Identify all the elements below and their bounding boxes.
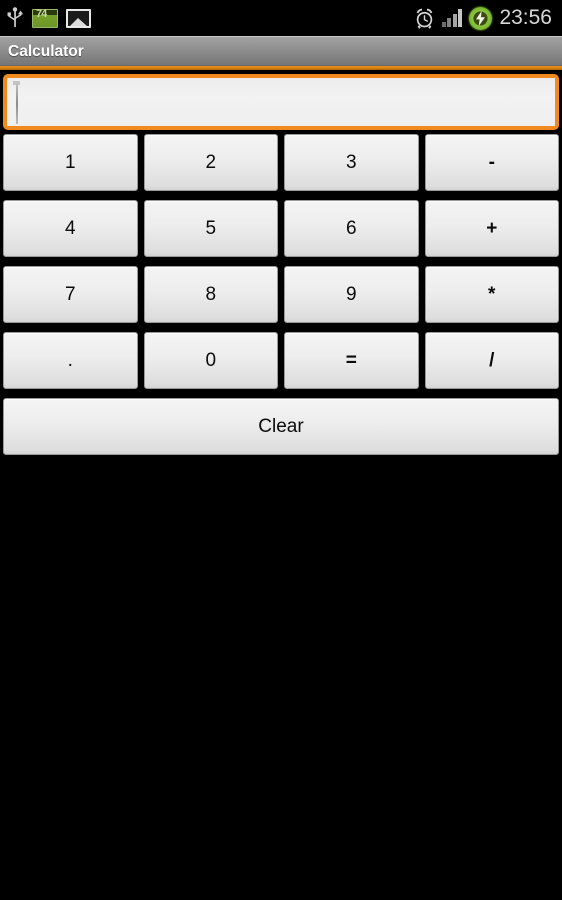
key-6[interactable]: 6: [284, 200, 419, 257]
keypad-row-clear: Clear: [3, 398, 559, 455]
key-4[interactable]: 4: [3, 200, 138, 257]
clear-button[interactable]: Clear: [3, 398, 559, 455]
key-9[interactable]: 9: [284, 266, 419, 323]
battery-charging-icon: [469, 6, 493, 30]
signal-bars-icon: [441, 9, 463, 27]
key-7[interactable]: 7: [3, 266, 138, 323]
gallery-image-icon: [66, 8, 91, 28]
status-bar-left-icons: [6, 7, 91, 29]
keypad: 1 2 3 - 4 5 6 + 7 8 9 * . 0 = / Clear: [0, 134, 562, 455]
key-3[interactable]: 3: [284, 134, 419, 191]
keypad-row: . 0 = /: [3, 332, 559, 389]
display-input[interactable]: [7, 78, 555, 126]
status-bar-right-icons: 23:56: [414, 6, 552, 30]
calculator-app: 1 2 3 - 4 5 6 + 7 8 9 * . 0 = / Clear: [0, 74, 562, 455]
key-decimal[interactable]: .: [3, 332, 138, 389]
key-plus[interactable]: +: [424, 200, 559, 257]
key-8[interactable]: 8: [143, 266, 278, 323]
key-5[interactable]: 5: [143, 200, 278, 257]
display-field-wrapper[interactable]: [3, 74, 559, 130]
usb-icon: [6, 7, 24, 29]
text-cursor: [16, 84, 18, 124]
key-multiply[interactable]: *: [424, 266, 559, 323]
key-2[interactable]: 2: [143, 134, 278, 191]
key-equals[interactable]: =: [284, 332, 419, 389]
screen-capture-icon: [32, 8, 58, 28]
key-0[interactable]: 0: [143, 332, 278, 389]
alarm-clock-icon: [414, 8, 435, 29]
title-accent-divider: [0, 66, 562, 70]
keypad-row: 7 8 9 *: [3, 266, 559, 323]
status-bar: 23:56: [0, 0, 562, 36]
keypad-row: 4 5 6 +: [3, 200, 559, 257]
keypad-row: 1 2 3 -: [3, 134, 559, 191]
page-title: Calculator: [8, 42, 84, 60]
key-minus[interactable]: -: [424, 134, 559, 191]
app-title-bar: Calculator: [0, 36, 562, 66]
key-divide[interactable]: /: [424, 332, 559, 389]
key-1[interactable]: 1: [3, 134, 138, 191]
status-bar-clock: 23:56: [499, 6, 552, 29]
